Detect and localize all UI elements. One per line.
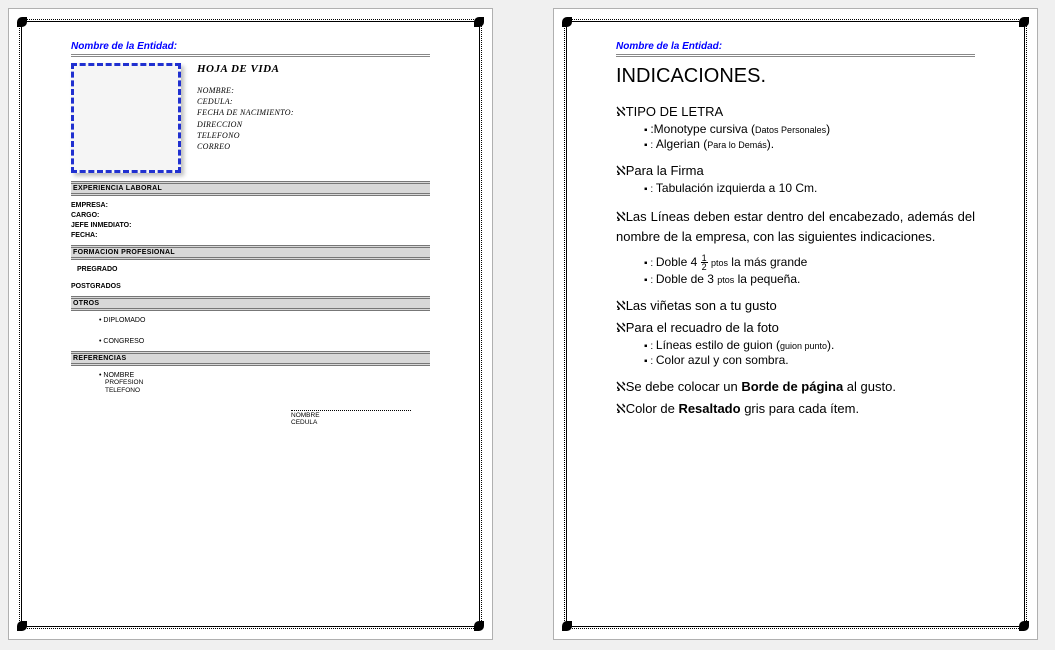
field-telefono: TELEFONO — [197, 130, 294, 141]
field-nombre: NOMBRE: — [197, 85, 294, 96]
subitem-doble-grande: Doble 4 12 ptos la más grande — [644, 254, 975, 271]
item-resaltado: Color de Resaltado gris para cada ítem. — [616, 401, 975, 417]
photo-placeholder — [71, 63, 181, 173]
field-fecha-nacimiento: FECHA DE NACIMIENTO: — [197, 107, 294, 118]
item-lineas: Las Líneas deben estar dentro del encabe… — [616, 207, 975, 246]
subitem-monotype: :Monotype cursiva (Datos Personales) — [644, 122, 975, 136]
ref-profesion: PROFESION — [105, 379, 430, 387]
field-fecha: FECHA: — [71, 232, 430, 239]
subitem-algerian: Algerian (Para lo Demás). — [644, 137, 975, 151]
personal-data: HOJA DE VIDA NOMBRE: CEDULA: FECHA DE NA… — [197, 63, 294, 173]
subitem-tabulacion: Tabulación izquierda a 10 Cm. — [644, 181, 975, 195]
sig-nombre: NOMBRE — [291, 412, 430, 419]
subitem-guion: Líneas estilo de guion (guion punto). — [644, 338, 975, 352]
section-referencias: REFERENCIAS — [71, 351, 430, 366]
page-1: Nombre de la Entidad: HOJA DE VIDA NOMBR… — [8, 8, 493, 640]
item-borde: Se debe colocar un Borde de página al gu… — [616, 379, 975, 395]
field-cargo: CARGO: — [71, 212, 430, 219]
sig-cedula: CEDULA — [291, 419, 430, 426]
field-postgrados: POSTGRADOS — [71, 283, 430, 290]
entity-label: Nombre de la Entidad: — [71, 41, 430, 52]
subitem-doble-pequena: Doble de 3 ptos la pequeña. — [644, 272, 975, 286]
entity-label: Nombre de la Entidad: — [616, 41, 975, 52]
divider — [71, 54, 430, 57]
ref-bullet: NOMBRE — [99, 372, 430, 379]
signature-line — [291, 410, 411, 411]
divider — [616, 54, 975, 57]
section-experiencia: EXPERIENCIA LABORAL — [71, 181, 430, 196]
title: HOJA DE VIDA — [197, 63, 294, 75]
item-firma: Para la Firma — [616, 163, 975, 179]
page-2: Nombre de la Entidad: INDICACIONES. TIPO… — [553, 8, 1038, 640]
item-vinetas: Las viñetas son a tu gusto — [616, 298, 975, 314]
field-correo: CORREO — [197, 141, 294, 152]
field-direccion: DIRECCION — [197, 119, 294, 130]
subitem-color-azul: Color azul y con sombra. — [644, 353, 975, 367]
section-otros: OTROS — [71, 296, 430, 311]
section-formacion: FORMACION PROFESIONAL — [71, 245, 430, 260]
field-pregrado: PREGRADO — [77, 266, 430, 273]
heading-indicaciones: INDICACIONES. — [616, 65, 975, 88]
item-congreso: CONGRESO — [99, 338, 430, 345]
ref-telefono: TELEFONO — [105, 387, 430, 395]
item-tipo-letra: TIPO DE LETRA — [616, 104, 975, 120]
item-diplomado: DIPLOMADO — [99, 317, 430, 324]
item-recuadro: Para el recuadro de la foto — [616, 320, 975, 336]
signature-block: NOMBRE CEDULA — [291, 410, 430, 426]
field-cedula: CEDULA: — [197, 96, 294, 107]
field-jefe: JEFE INMEDIATO: — [71, 222, 430, 229]
field-empresa: EMPRESA: — [71, 202, 430, 209]
